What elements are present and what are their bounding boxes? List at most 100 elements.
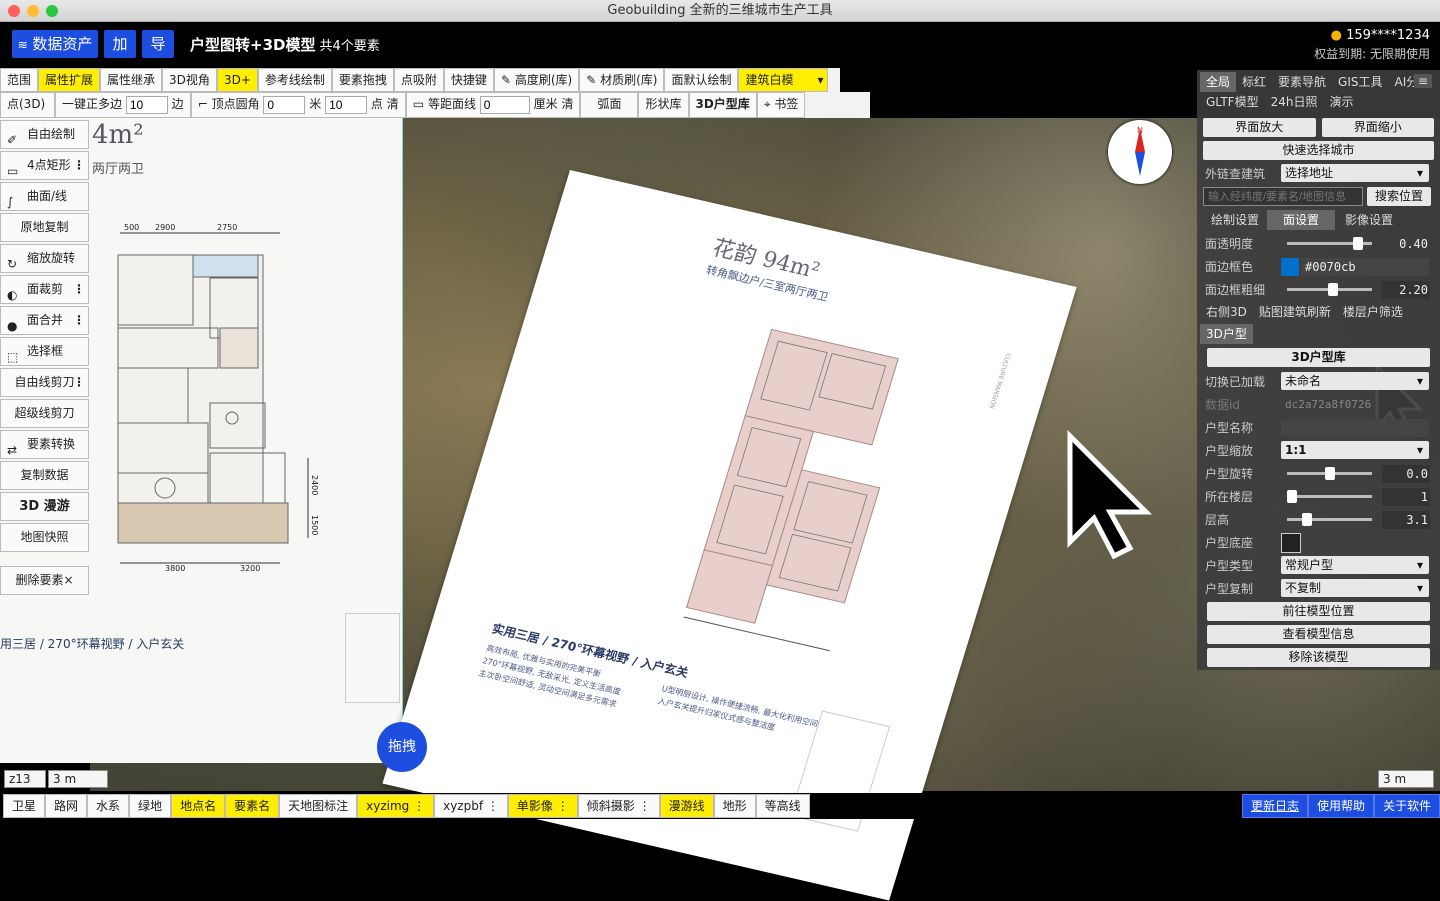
feature-convert-button[interactable]: ⇄ 要素转换 bbox=[0, 430, 89, 459]
zoom-out-ui-button[interactable]: 界面缩小 bbox=[1321, 118, 1434, 137]
import-button[interactable]: 导 bbox=[142, 30, 174, 58]
curve-button[interactable]: ∫ 曲面/线 bbox=[0, 182, 89, 211]
equidistant-input[interactable] bbox=[479, 95, 530, 114]
quick-city-button[interactable]: 快速选择城市 bbox=[1203, 141, 1434, 160]
rotate-value[interactable]: 0.0 bbox=[1382, 464, 1430, 483]
height-value[interactable]: 3.1 bbox=[1382, 510, 1430, 529]
address-select[interactable]: 选择地址 bbox=[1281, 164, 1429, 182]
maximize-window-button[interactable] bbox=[46, 5, 58, 17]
layer-green[interactable]: 绿地 bbox=[129, 794, 172, 818]
face-clip-button[interactable]: ◐ 面裁剪 ⋮ bbox=[0, 275, 89, 304]
about-button[interactable]: 关于软件 bbox=[1373, 794, 1440, 818]
layer-single-image[interactable]: 单影像 ⋮ bbox=[507, 794, 578, 818]
tab-sunlight[interactable]: 24h日照 bbox=[1265, 92, 1324, 112]
scale-rotate-button[interactable]: ↻ 缩放旋转 bbox=[0, 244, 89, 273]
color-swatch[interactable] bbox=[1281, 257, 1299, 276]
rotate-slider[interactable] bbox=[1287, 467, 1372, 480]
tab-image-settings[interactable]: 影像设置 bbox=[1335, 210, 1403, 230]
tab-right-3d[interactable]: 右侧3D bbox=[1200, 302, 1253, 322]
compass-icon[interactable]: N bbox=[1108, 120, 1172, 184]
free-draw-button[interactable]: ✐ 自由绘制 bbox=[0, 120, 89, 149]
border-width-value[interactable]: 2.20 bbox=[1382, 280, 1430, 299]
border-color-value[interactable]: #0070cb bbox=[1301, 257, 1429, 276]
slider-knob[interactable] bbox=[1302, 513, 1312, 526]
attr-inherit-button[interactable]: 属性继承 bbox=[100, 68, 163, 92]
round-points-input[interactable] bbox=[325, 95, 368, 114]
floor-value[interactable]: 1 bbox=[1382, 487, 1430, 506]
tab-3d-unit[interactable]: 3D户型 bbox=[1200, 324, 1253, 344]
goto-model-button[interactable]: 前往模型位置 bbox=[1207, 602, 1430, 621]
height-brush-button[interactable]: ✎ 高度刷(库) bbox=[493, 68, 580, 92]
model-info-button[interactable]: 查看模型信息 bbox=[1207, 625, 1430, 644]
layer-satellite[interactable]: 卫星 bbox=[3, 794, 46, 818]
layer-feature-names[interactable]: 要素名 bbox=[225, 794, 280, 818]
point-snap-button[interactable]: 点吸附 bbox=[393, 68, 444, 92]
equidistant-button[interactable]: ▭ 等距面线 厘米 清 bbox=[405, 92, 581, 118]
3d-roam-button[interactable]: 3D 漫游 bbox=[0, 492, 89, 521]
close-window-button[interactable] bbox=[8, 5, 20, 17]
base-color-swatch[interactable] bbox=[1281, 532, 1301, 553]
copy-in-place-button[interactable]: 原地复制 bbox=[0, 213, 89, 242]
material-brush-button[interactable]: ✎ 材质刷(库) bbox=[579, 68, 665, 92]
opacity-slider[interactable] bbox=[1287, 237, 1372, 250]
unit-name-input[interactable] bbox=[1281, 418, 1429, 437]
tab-feature-nav[interactable]: 要素导航 bbox=[1272, 72, 1332, 92]
tab-demo[interactable]: 演示 bbox=[1323, 92, 1359, 112]
tab-global[interactable]: 全局 bbox=[1200, 72, 1237, 92]
layer-roam-line[interactable]: 漫游线 bbox=[659, 794, 714, 818]
slider-knob[interactable] bbox=[1353, 237, 1363, 250]
attr-extend-button[interactable]: 属性扩展 bbox=[38, 68, 101, 92]
point-3d-button[interactable]: 点(3D) bbox=[0, 92, 55, 118]
help-button[interactable]: 使用帮助 bbox=[1307, 794, 1374, 818]
layer-oblique[interactable]: 倾斜摄影 ⋮ bbox=[577, 794, 660, 818]
user-info[interactable]: ● 159****1234 权益到期: 无限期使用 bbox=[1314, 28, 1430, 62]
clear-round-button[interactable]: 清 bbox=[387, 97, 399, 111]
layer-xyzpbf[interactable]: xyzpbf ⋮ bbox=[434, 794, 508, 818]
copy-data-button[interactable]: 复制数据 bbox=[0, 461, 89, 490]
layer-tianditu[interactable]: 天地图标注 bbox=[279, 794, 358, 818]
face-default-draw-button[interactable]: 面默认绘制 bbox=[664, 68, 739, 92]
unit-copy-select[interactable]: 不复制 bbox=[1281, 579, 1429, 597]
shortcut-button[interactable]: 快捷键 bbox=[443, 68, 494, 92]
3d-unit-library-button[interactable]: 3D户型库 bbox=[688, 92, 757, 118]
clear-eq-button[interactable]: 清 bbox=[561, 97, 573, 111]
super-line-scissor-button[interactable]: 超级线剪刀 bbox=[0, 399, 89, 428]
3d-unit-library-panel-button[interactable]: 3D户型库 bbox=[1207, 348, 1430, 367]
tab-draw-settings[interactable]: 绘制设置 bbox=[1203, 210, 1267, 230]
select-box-button[interactable]: ⬚ 选择框 bbox=[0, 337, 89, 366]
drag-button[interactable]: 拖拽 bbox=[377, 722, 427, 772]
remove-model-button[interactable]: 移除该模型 bbox=[1207, 648, 1430, 667]
tab-floor-filter[interactable]: 楼层户筛选 bbox=[1337, 302, 1409, 322]
layer-water[interactable]: 水系 bbox=[87, 794, 130, 818]
four-point-rect-button[interactable]: ▭ 4点矩形 ⋮ bbox=[0, 151, 89, 180]
range-button[interactable]: 范围 bbox=[0, 68, 39, 92]
menu-icon[interactable]: ≡ bbox=[1414, 74, 1432, 88]
regular-polygon-button[interactable]: 一键正多边 边 bbox=[55, 92, 191, 118]
delete-feature-button[interactable]: 删除要素× bbox=[0, 566, 89, 595]
map-snapshot-button[interactable]: 地图快照 bbox=[0, 523, 89, 552]
round-radius-input[interactable] bbox=[263, 95, 306, 114]
face-merge-button[interactable]: ● 面合并 ⋮ bbox=[0, 306, 89, 335]
bookmark-button[interactable]: ⌖ 书签 bbox=[756, 92, 806, 118]
height-slider[interactable] bbox=[1287, 513, 1372, 526]
unit-scale-select[interactable]: 1:1 bbox=[1281, 441, 1429, 459]
tab-texture-refresh[interactable]: 贴图建筑刷新 bbox=[1253, 302, 1337, 322]
layer-place-names[interactable]: 地点名 bbox=[171, 794, 226, 818]
minimize-window-button[interactable] bbox=[27, 5, 39, 17]
vertex-round-button[interactable]: ⌐ 顶点圆角 米 点 清 bbox=[190, 92, 406, 118]
floor-slider[interactable] bbox=[1287, 490, 1372, 503]
polygon-sides-input[interactable] bbox=[125, 95, 168, 114]
3d-view-button[interactable]: 3D视角 bbox=[162, 68, 217, 92]
tab-red[interactable]: 标红 bbox=[1236, 72, 1272, 92]
layer-terrain[interactable]: 地形 bbox=[713, 794, 756, 818]
search-input[interactable] bbox=[1203, 187, 1363, 206]
shape-library-button[interactable]: 形状库 bbox=[638, 92, 689, 118]
changelog-button[interactable]: 更新日志 bbox=[1241, 794, 1308, 818]
data-assets-button[interactable]: ≋ 数据资产 bbox=[12, 30, 98, 58]
layer-xyzimg[interactable]: xyzimg ⋮ bbox=[357, 794, 435, 818]
slider-knob[interactable] bbox=[1287, 490, 1297, 503]
border-width-slider[interactable] bbox=[1287, 283, 1372, 296]
layer-roads[interactable]: 路网 bbox=[45, 794, 88, 818]
loaded-select[interactable]: 未命名 bbox=[1281, 372, 1429, 390]
tab-face-settings[interactable]: 面设置 bbox=[1267, 210, 1336, 230]
